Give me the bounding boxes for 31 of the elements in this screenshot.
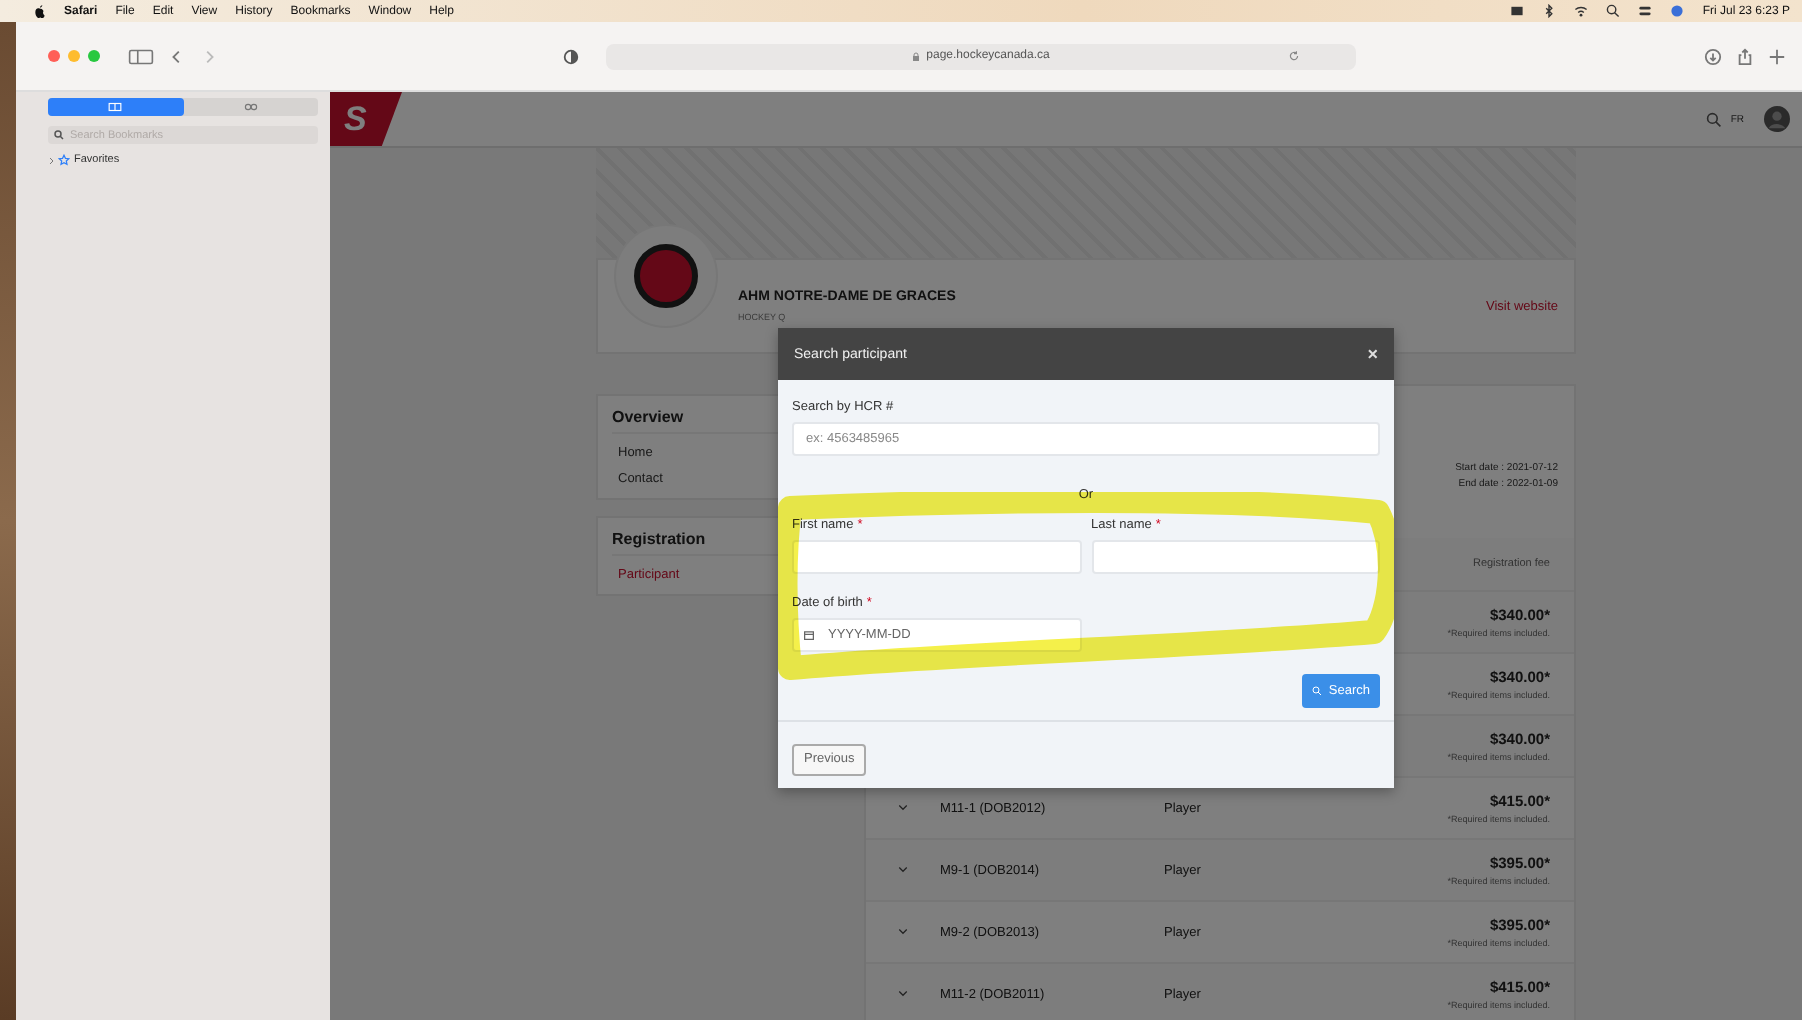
- sidebar-icon[interactable]: [128, 47, 154, 65]
- privacy-shield-icon[interactable]: [562, 47, 580, 65]
- apple-icon[interactable]: [34, 4, 46, 18]
- sidebar-tab[interactable]: [48, 98, 183, 116]
- star-icon: [58, 154, 70, 166]
- book-icon: [108, 102, 123, 112]
- search-icon: [1312, 686, 1323, 696]
- search-icon: [54, 130, 64, 140]
- reload-icon[interactable]: [1288, 50, 1300, 62]
- avatar-icon[interactable]: [1764, 106, 1790, 132]
- chevron-down-icon[interactable]: [898, 804, 908, 812]
- bluetooth-icon[interactable]: [1542, 4, 1557, 18]
- status-icon[interactable]: [1510, 4, 1525, 18]
- chevron-down-icon[interactable]: [898, 866, 908, 874]
- chevron-down-icon[interactable]: [898, 928, 908, 936]
- siri-icon[interactable]: [1670, 4, 1685, 18]
- new-tab-icon[interactable]: [1768, 47, 1786, 65]
- site-logo[interactable]: S: [330, 92, 402, 146]
- close-window-icon[interactable]: [48, 50, 60, 62]
- download-icon[interactable]: [1704, 47, 1722, 65]
- calendar-icon: [804, 630, 814, 640]
- share-icon[interactable]: [1736, 47, 1754, 65]
- close-button[interactable]: ×: [1367, 344, 1378, 364]
- input-field[interactable]: [1091, 540, 1380, 574]
- chevron-down-icon[interactable]: [898, 990, 908, 998]
- glasses-icon: [243, 102, 258, 112]
- input-field[interactable]: [792, 540, 1081, 574]
- lock-icon: [912, 51, 921, 61]
- wifi-icon[interactable]: [1574, 4, 1589, 18]
- search-icon[interactable]: [1606, 4, 1621, 18]
- control-center-icon[interactable]: [1638, 4, 1653, 18]
